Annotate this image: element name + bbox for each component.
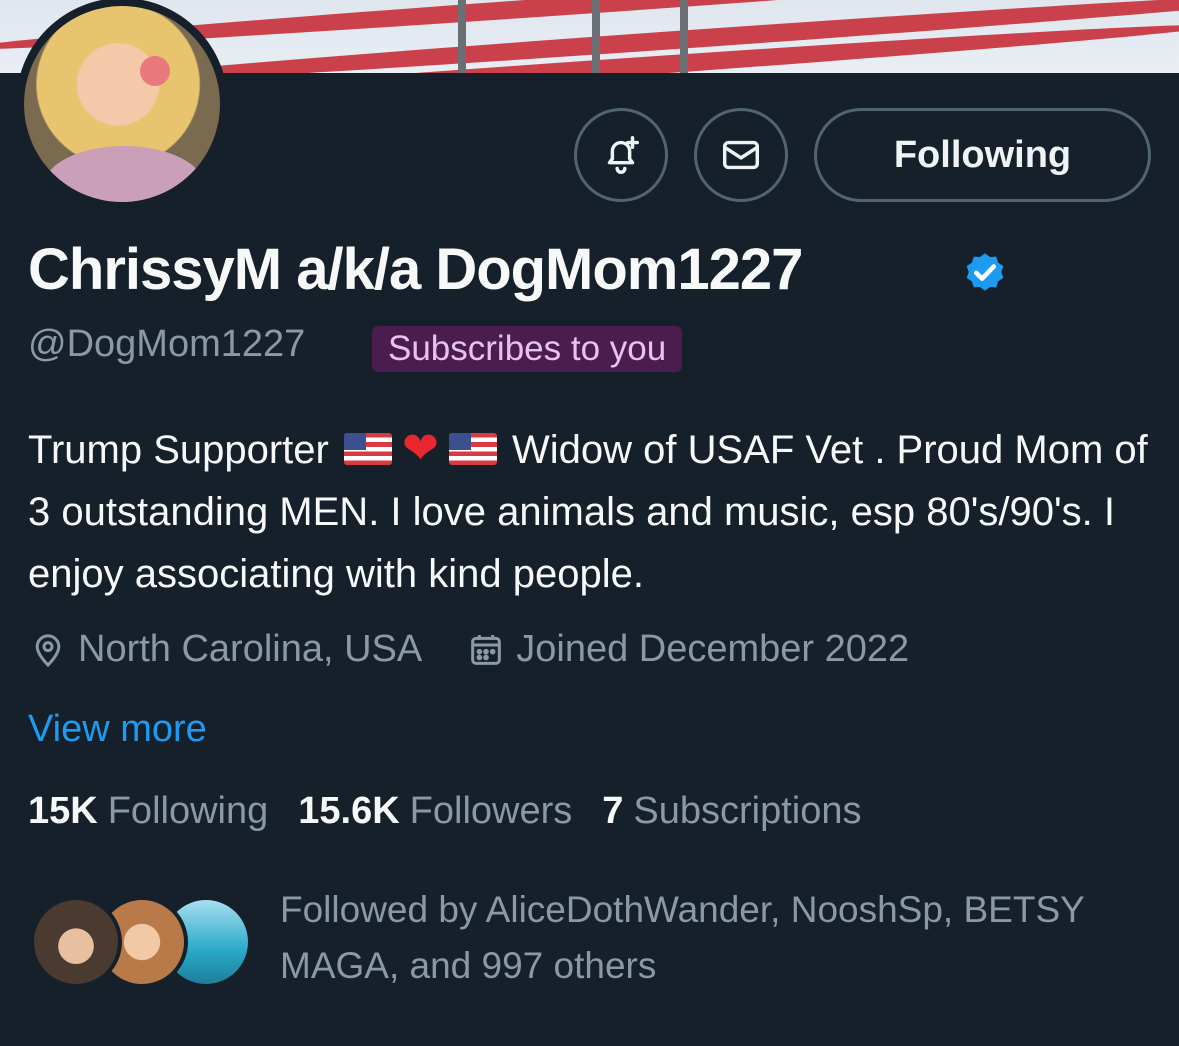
- follower-avatar[interactable]: [30, 896, 122, 988]
- location-pin-icon: [35, 633, 61, 667]
- notify-button[interactable]: [574, 108, 668, 202]
- message-button[interactable]: [694, 108, 788, 202]
- followers-count: 15.6K: [298, 790, 400, 832]
- following-stat[interactable]: 15K Following: [28, 790, 298, 833]
- profile-bio: Trump Supporter ❤ Widow of USAF Vet . Pr…: [28, 418, 1158, 605]
- joined-date-text: Joined December 2022: [516, 628, 910, 670]
- profile-stats: 15K Following 15.6K Followers 7 Subscrip…: [28, 790, 892, 833]
- subscriptions-label: Subscriptions: [633, 790, 862, 832]
- verified-badge-icon[interactable]: [960, 247, 1010, 297]
- user-handle: @DogMom1227: [28, 323, 306, 365]
- envelope-icon: [722, 140, 760, 170]
- subscribes-badge: Subscribes to you: [372, 326, 683, 372]
- following-button[interactable]: Following: [814, 108, 1151, 202]
- subscriptions-count: 7: [602, 790, 624, 832]
- followers-label: Followers: [409, 790, 573, 832]
- bio-text-part1: Trump Supporter: [28, 428, 329, 472]
- us-flag-emoji: [343, 433, 392, 465]
- avatar-shirt-shape: [44, 146, 204, 202]
- avatar-flower-shape: [140, 56, 170, 86]
- followers-stat[interactable]: 15.6K Followers: [298, 790, 602, 833]
- following-count: 15K: [28, 790, 98, 832]
- calendar-icon: [471, 634, 502, 665]
- following-label: Following: [107, 790, 269, 832]
- red-heart-emoji: ❤: [401, 424, 439, 473]
- view-more-link[interactable]: View more: [28, 708, 207, 751]
- followed-by-text[interactable]: Followed by AliceDothWander, NooshSp, BE…: [280, 882, 1160, 994]
- profile-avatar[interactable]: [16, 0, 228, 210]
- subscriptions-stat[interactable]: 7 Subscriptions: [602, 790, 891, 833]
- bell-plus-icon: [607, 136, 640, 174]
- location-text: North Carolina, USA: [78, 628, 423, 670]
- us-flag-emoji: [448, 433, 497, 465]
- display-name: ChrissyM a/k/a DogMom1227: [28, 237, 803, 302]
- profile-meta: North Carolina, USA Joined December 2022: [28, 628, 909, 671]
